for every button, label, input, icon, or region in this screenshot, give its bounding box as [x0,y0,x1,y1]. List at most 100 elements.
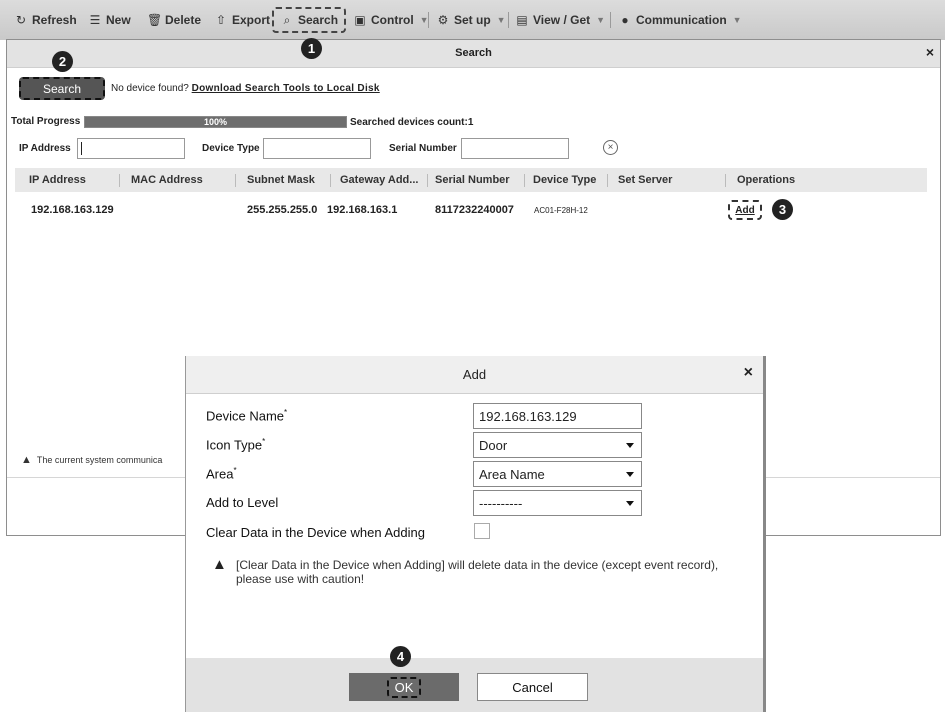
toolbar-divider [428,12,429,28]
device-name-label-text: Device Name [206,408,285,424]
new-icon: ☰ [89,13,101,27]
cancel-button[interactable]: Cancel [477,673,588,701]
add-dialog: Add × Device Name* 192.168.163.129 Icon … [185,356,766,712]
delete-button[interactable]: 🗑 Delete [147,8,201,32]
chevron-down-icon: ▼ [596,15,606,25]
clear-data-checkbox[interactable] [474,523,490,539]
main-toolbar: ↻ Refresh ☰ New 🗑 Delete ⇧ Export ⌕ Sear… [0,0,945,40]
close-icon[interactable]: × [926,44,934,60]
progress-bar: 100% [84,116,347,128]
col-gateway[interactable]: Gateway Add... [340,174,418,186]
serial-number-input[interactable] [461,138,569,159]
search-window-title: Search [455,47,492,59]
total-progress-label: Total Progress [11,116,81,127]
row-gateway: 192.168.163.1 [327,204,398,216]
refresh-icon: ↻ [15,13,27,27]
column-divider [607,174,608,187]
icon-type-value: Door [479,437,508,453]
device-name-label: Device Name* [206,408,287,423]
toolbar-divider [610,12,611,28]
column-divider [235,174,236,187]
searched-count: Searched devices count:1 [350,117,474,128]
search-icon: ⌕ [283,12,291,27]
step-marker-2: 2 [52,51,73,72]
add-to-level-label: Add to Level [206,495,279,510]
control-menu[interactable]: ▣ Control ▼ [353,8,428,32]
search-label: Search [298,13,339,27]
step-marker-1: 1 [301,38,322,59]
view-get-label: View / Get [533,13,591,27]
communication-warning: ▲ The current system communica [21,454,162,466]
view-icon: ▤ [516,13,528,27]
close-icon[interactable]: × [744,364,753,382]
add-dialog-titlebar: Add × [186,356,763,394]
dropdown-arrow-icon [626,443,634,448]
setup-label: Set up [454,13,491,27]
setup-menu[interactable]: ⚙ Set up ▼ [436,8,506,32]
warning-icon: ▲ [212,556,227,573]
row-serial-number: 8117232240007 [435,204,514,216]
icon-type-label: Icon Type* [206,437,265,452]
area-label: Area* [206,466,237,481]
no-device-message: No device found? Download Search Tools t… [111,83,380,94]
required-mark: * [262,437,266,446]
col-operations[interactable]: Operations [737,174,795,186]
column-divider [725,174,726,187]
col-set-server[interactable]: Set Server [618,174,672,186]
level-select[interactable]: ---------- [473,490,642,516]
col-ip-address[interactable]: IP Address [29,174,86,186]
communication-label: Communication [636,13,727,27]
communication-warning-text: The current system communica [36,455,163,465]
new-button[interactable]: ☰ New [88,8,131,32]
column-divider [330,174,331,187]
search-toolbar-button[interactable]: ⌕ Search [272,7,347,33]
step-marker-4: 4 [390,646,411,667]
text-caret [81,142,82,155]
refresh-button[interactable]: ↻ Refresh [14,8,77,32]
export-label: Export [232,13,271,27]
download-search-tools-link[interactable]: Download Search Tools to Local Disk [192,83,380,94]
ok-button[interactable]: OK [349,673,459,701]
device-table-header: IP Address MAC Address Subnet Mask Gatew… [15,168,927,192]
chevron-down-icon: ▼ [496,15,506,25]
add-dialog-title: Add [462,367,487,382]
ok-label: OK [386,676,422,698]
col-subnet-mask[interactable]: Subnet Mask [247,174,315,186]
ip-address-input[interactable] [77,138,185,159]
column-divider [119,174,120,187]
export-button[interactable]: ⇧ Export [214,8,270,32]
communication-menu[interactable]: ● Communication ▼ [618,8,742,32]
new-label: New [106,13,131,27]
refresh-label: Refresh [32,13,77,27]
gear-icon: ⚙ [437,13,449,27]
progress-text: 100% [203,117,228,127]
add-device-link[interactable]: Add [728,200,762,220]
dropdown-arrow-icon [626,472,634,477]
view-get-menu[interactable]: ▤ View / Get ▼ [515,8,605,32]
clear-data-label: Clear Data in the Device when Adding [206,525,425,540]
col-serial-number[interactable]: Serial Number [435,174,510,186]
required-mark: * [284,408,288,417]
area-select[interactable]: Area Name [473,461,642,487]
device-name-input[interactable]: 192.168.163.129 [473,403,642,429]
device-type-input[interactable] [263,138,371,159]
toolbar-divider [508,12,509,28]
export-icon: ⇧ [215,13,227,27]
device-type-label: Device Type [202,143,260,154]
col-device-type[interactable]: Device Type [533,174,596,186]
chevron-down-icon: ▼ [732,15,742,25]
row-subnet-mask: 255.255.255.0 [247,204,318,216]
clear-filter-icon[interactable]: × [603,140,618,155]
icon-type-select[interactable]: Door [473,432,642,458]
search-button[interactable]: Search [19,77,105,100]
row-ip-address: 192.168.163.129 [31,204,114,216]
column-divider [427,174,428,187]
area-value: Area Name [479,466,545,482]
monitor-icon: ▣ [354,13,366,27]
serial-number-label: Serial Number [389,143,457,154]
dropdown-arrow-icon [626,501,634,506]
delete-label: Delete [165,13,202,27]
col-mac-address[interactable]: MAC Address [131,174,203,186]
clear-data-warning-text: [Clear Data in the Device when Adding] w… [236,558,719,586]
warning-icon: ▲ [21,454,32,466]
